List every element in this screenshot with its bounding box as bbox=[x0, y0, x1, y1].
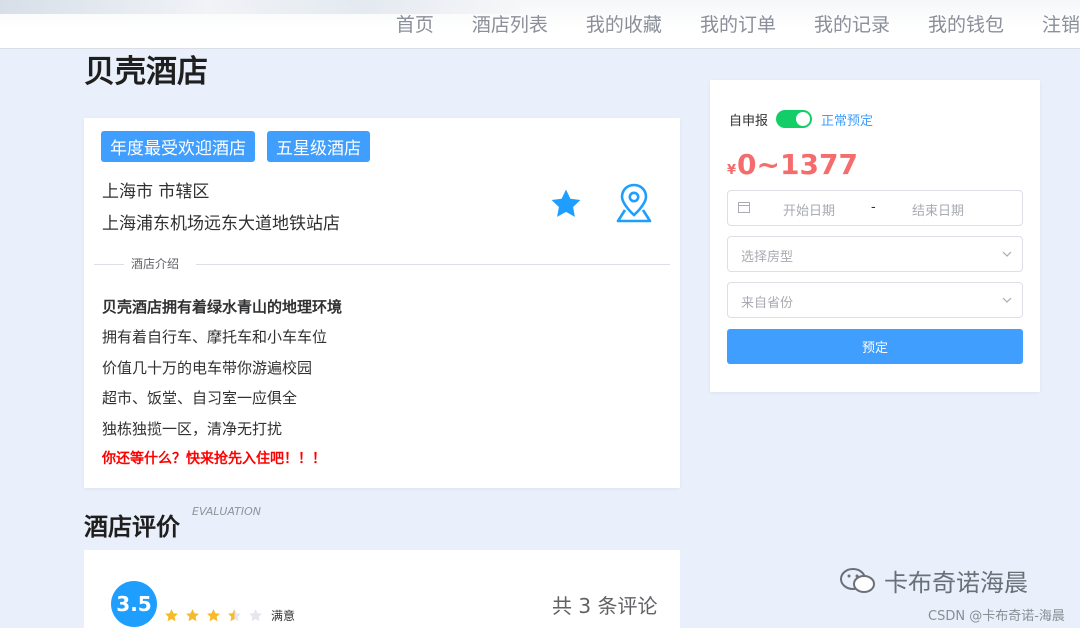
intro-call-to-action: 你还等什么？快来抢先入住吧！！！ bbox=[102, 451, 326, 468]
nav-item-home[interactable]: 首页 bbox=[396, 10, 434, 37]
map-location-icon[interactable] bbox=[614, 182, 654, 224]
intro-line: 独栋独揽一区，清净无打扰 bbox=[102, 419, 283, 438]
date-range-picker[interactable]: 开始日期 - 结束日期 bbox=[727, 190, 1023, 226]
rating-star-empty-icon[interactable] bbox=[248, 608, 263, 623]
intro-line: 超市、饭堂、自习室一应俱全 bbox=[102, 389, 298, 408]
self-report-label: 自申报 bbox=[729, 114, 769, 129]
province-select[interactable]: 来自省份 bbox=[727, 282, 1023, 318]
hotel-title: 贝壳酒店 bbox=[84, 54, 208, 90]
nav-menu: 首页 酒店列表 我的收藏 我的订单 我的记录 我的钱包 注销 bbox=[358, 10, 1080, 37]
watermark-csdn: CSDN @卡布奇诺-海晨 bbox=[928, 609, 1065, 624]
switch-knob bbox=[796, 112, 810, 126]
self-report-switch[interactable] bbox=[776, 110, 812, 128]
hotel-city: 上海市 市辖区 bbox=[102, 182, 210, 202]
hotel-tags: 年度最受欢迎酒店 五星级酒店 bbox=[101, 131, 382, 162]
room-type-select[interactable]: 选择房型 bbox=[727, 236, 1023, 272]
top-nav: 首页 酒店列表 我的收藏 我的订单 我的记录 我的钱包 注销 bbox=[0, 0, 1080, 49]
favorite-star-icon[interactable] bbox=[549, 187, 583, 221]
nav-item-hotel-list[interactable]: 酒店列表 bbox=[472, 10, 548, 37]
chevron-down-icon bbox=[1002, 297, 1012, 303]
start-date-input[interactable]: 开始日期 bbox=[783, 200, 835, 219]
divider-line-right bbox=[196, 264, 670, 265]
review-count: 共 3 条评论 bbox=[552, 594, 658, 618]
calendar-icon bbox=[738, 202, 750, 213]
date-separator: - bbox=[871, 200, 876, 215]
hotel-info-card: 年度最受欢迎酒店 五星级酒店 上海市 市辖区 上海浦东机场远东大道地铁站店 酒店… bbox=[84, 118, 680, 488]
evaluation-subtitle: EVALUATION bbox=[192, 505, 262, 518]
room-type-placeholder: 选择房型 bbox=[741, 250, 794, 265]
booking-panel: 自申报 正常预定 ¥0~1377 开始日期 - 结束日期 选择房型 来自省份 预… bbox=[710, 80, 1040, 392]
currency-symbol: ¥ bbox=[727, 163, 737, 178]
hotel-intro: 贝壳酒店拥有着绿水青山的地理环境 拥有着自行车、摩托车和小车车位 价值几十万的电… bbox=[102, 292, 342, 474]
intro-divider-label: 酒店介绍 bbox=[131, 255, 180, 272]
nav-item-wallet[interactable]: 我的钱包 bbox=[928, 10, 1004, 37]
book-button[interactable]: 预定 bbox=[727, 329, 1023, 364]
rating-stars: 满意 bbox=[164, 607, 295, 624]
nav-item-records[interactable]: 我的记录 bbox=[814, 10, 890, 37]
rating-text: 满意 bbox=[271, 609, 296, 623]
tag-popular: 年度最受欢迎酒店 bbox=[101, 131, 255, 162]
nav-item-orders[interactable]: 我的订单 bbox=[700, 10, 776, 37]
rating-star-icon[interactable] bbox=[164, 608, 179, 623]
score-badge: 3.5 bbox=[111, 581, 157, 627]
divider-line-left bbox=[94, 264, 124, 265]
intro-line: 拥有着自行车、摩托车和小车车位 bbox=[102, 328, 328, 347]
evaluation-title: 酒店评价 bbox=[84, 513, 180, 541]
rating-star-half-icon[interactable] bbox=[227, 608, 242, 623]
intro-line: 价值几十万的电车带你游遍校园 bbox=[102, 358, 313, 377]
price-range: ¥0~1377 bbox=[727, 148, 858, 181]
chevron-down-icon bbox=[1002, 251, 1012, 257]
watermark-brand: 卡布奇诺海晨 bbox=[884, 569, 1028, 597]
hotel-address: 上海浦东机场远东大道地铁站店 bbox=[102, 214, 340, 234]
nav-item-favorites[interactable]: 我的收藏 bbox=[586, 10, 662, 37]
normal-booking-label: 正常预定 bbox=[821, 114, 874, 129]
rating-star-icon[interactable] bbox=[206, 608, 221, 623]
review-summary-card: 3.5 满意 共 3 条评论 bbox=[84, 550, 680, 628]
province-placeholder: 来自省份 bbox=[741, 296, 794, 311]
end-date-input[interactable]: 结束日期 bbox=[912, 200, 964, 219]
rating-star-icon[interactable] bbox=[185, 608, 200, 623]
price-value: 0~1377 bbox=[737, 148, 858, 181]
wechat-logo-icon bbox=[840, 568, 875, 593]
nav-item-logout[interactable]: 注销 bbox=[1042, 10, 1080, 37]
intro-line: 贝壳酒店拥有着绿水青山的地理环境 bbox=[102, 298, 343, 316]
tag-five-star: 五星级酒店 bbox=[267, 131, 370, 162]
